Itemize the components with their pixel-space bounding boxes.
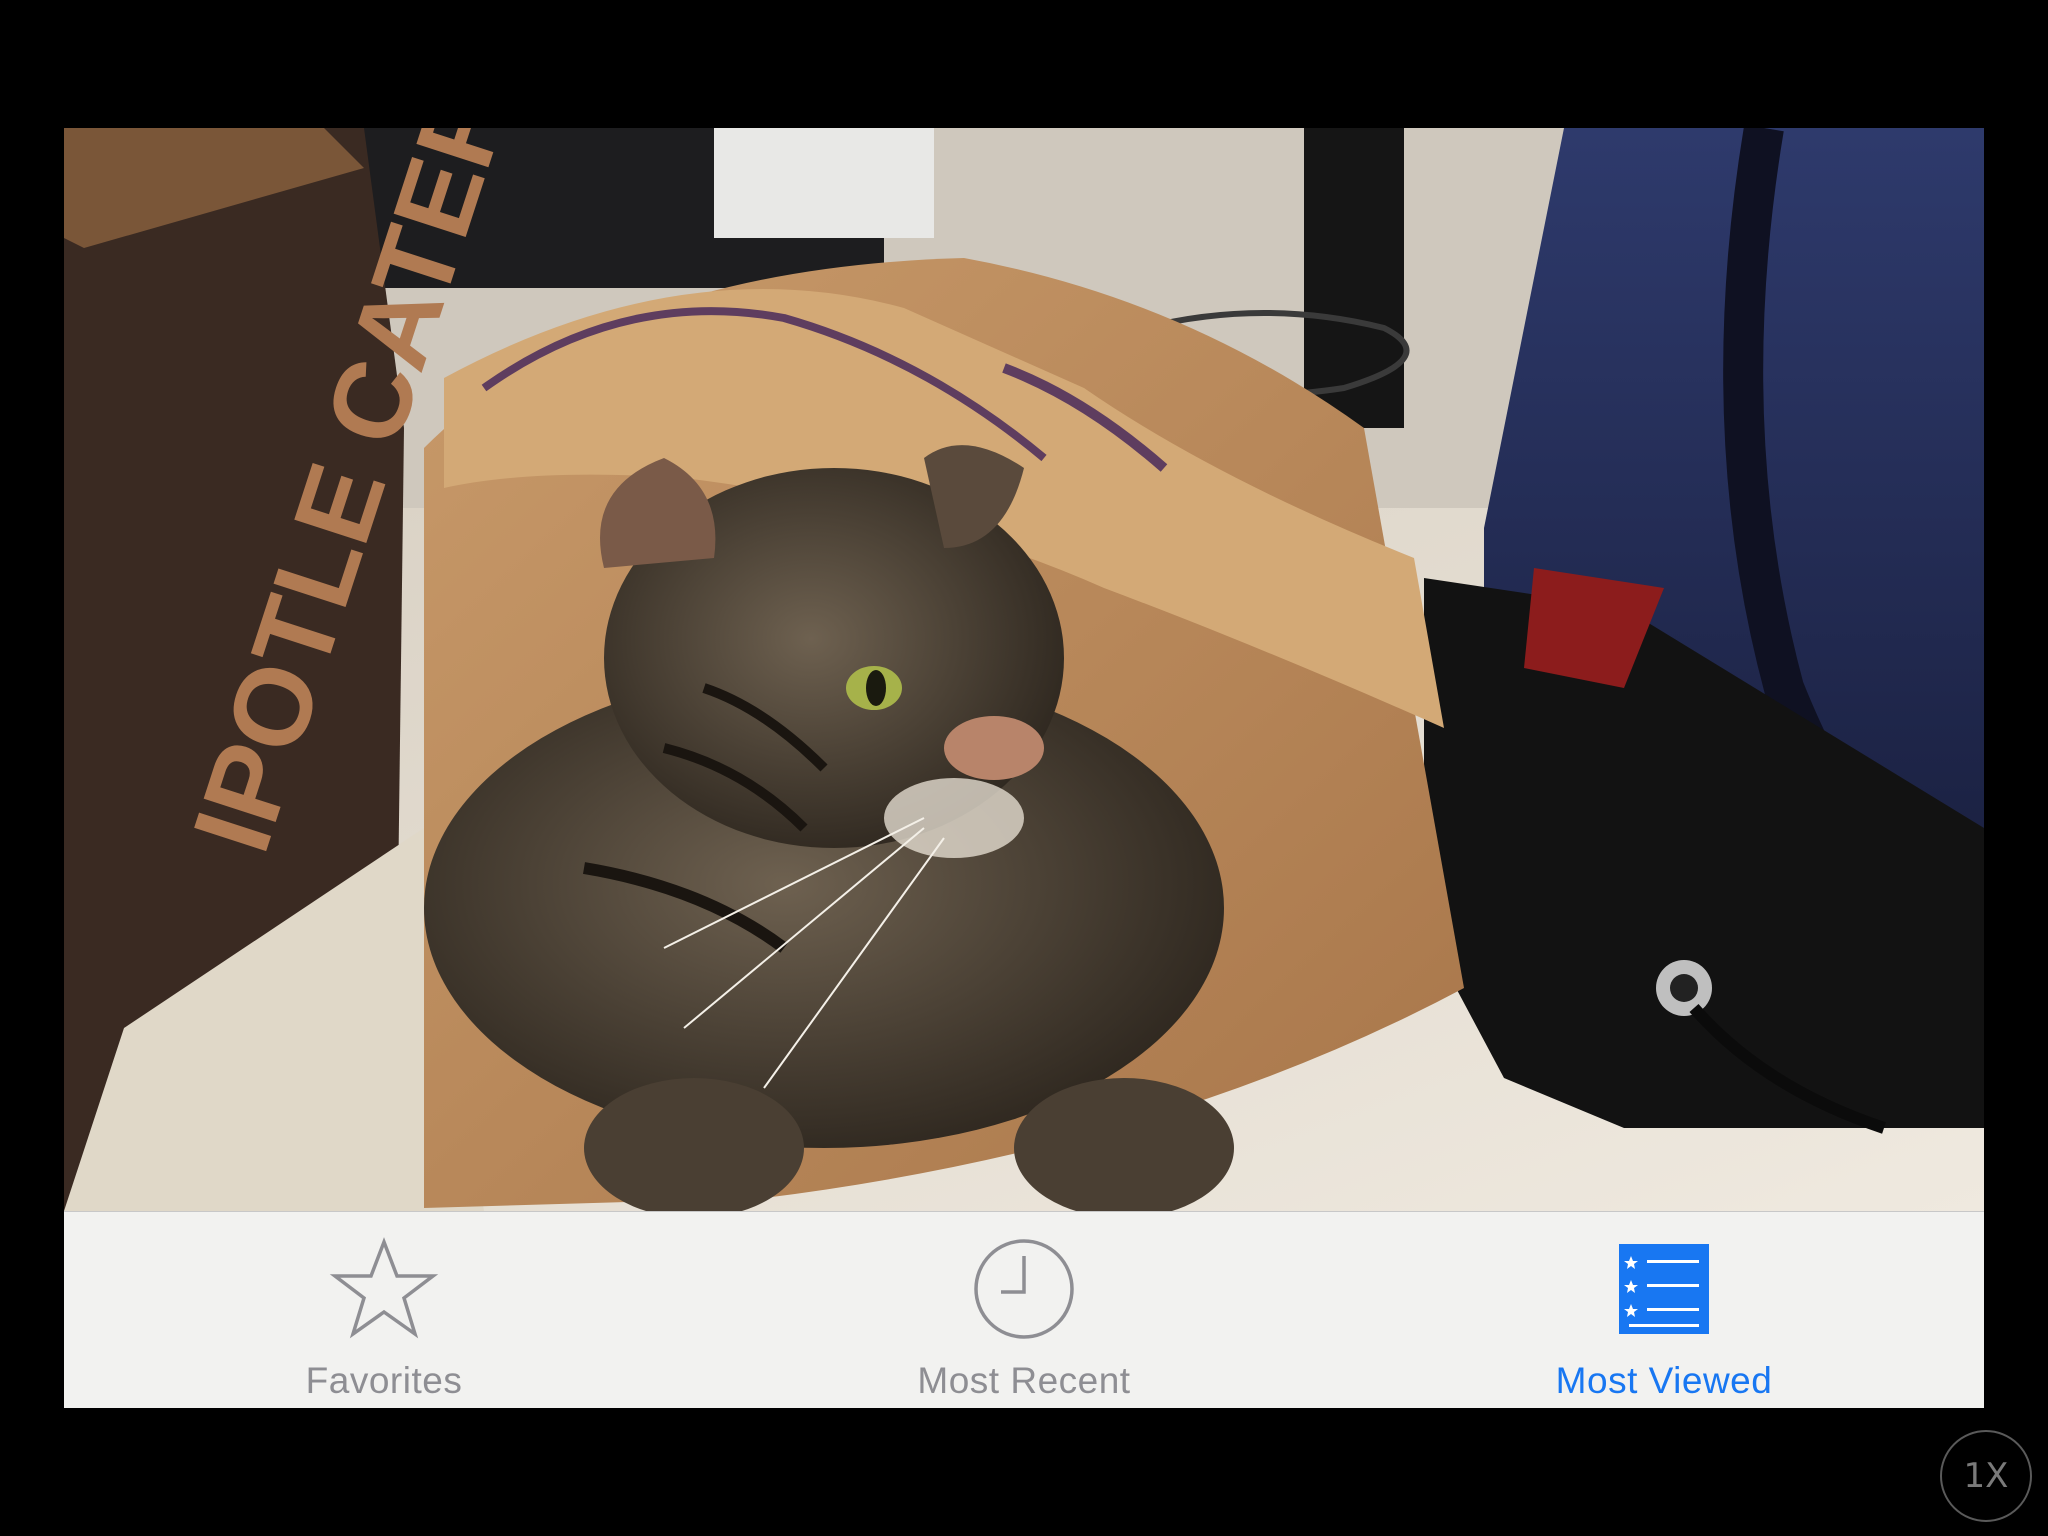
tab-most-recent[interactable]: Most Recent: [704, 1212, 1344, 1408]
zoom-toggle-button[interactable]: 1X: [1940, 1430, 2032, 1522]
app-window: IPOTLE CATERING Favorites Most Recent Mo…: [64, 128, 1984, 1408]
tab-bar: Favorites Most Recent Most Viewed: [64, 1211, 1984, 1408]
list-star-icon: [1609, 1234, 1719, 1344]
tab-favorites-label: Favorites: [305, 1360, 463, 1401]
tab-most-viewed[interactable]: Most Viewed: [1344, 1212, 1984, 1408]
tab-favorites[interactable]: Favorites: [64, 1212, 704, 1408]
photo-view[interactable]: IPOTLE CATERING: [64, 128, 1984, 1211]
tab-most-viewed-label: Most Viewed: [1555, 1360, 1773, 1401]
screen: IPOTLE CATERING Favorites Most Recent Mo…: [0, 0, 2048, 1536]
zoom-label: 1X: [1963, 1456, 2009, 1496]
star-icon: [329, 1234, 439, 1344]
tab-most-recent-label: Most Recent: [917, 1360, 1131, 1401]
cat-photo: IPOTLE CATERING: [64, 128, 1984, 1211]
clock-icon: [969, 1234, 1079, 1344]
